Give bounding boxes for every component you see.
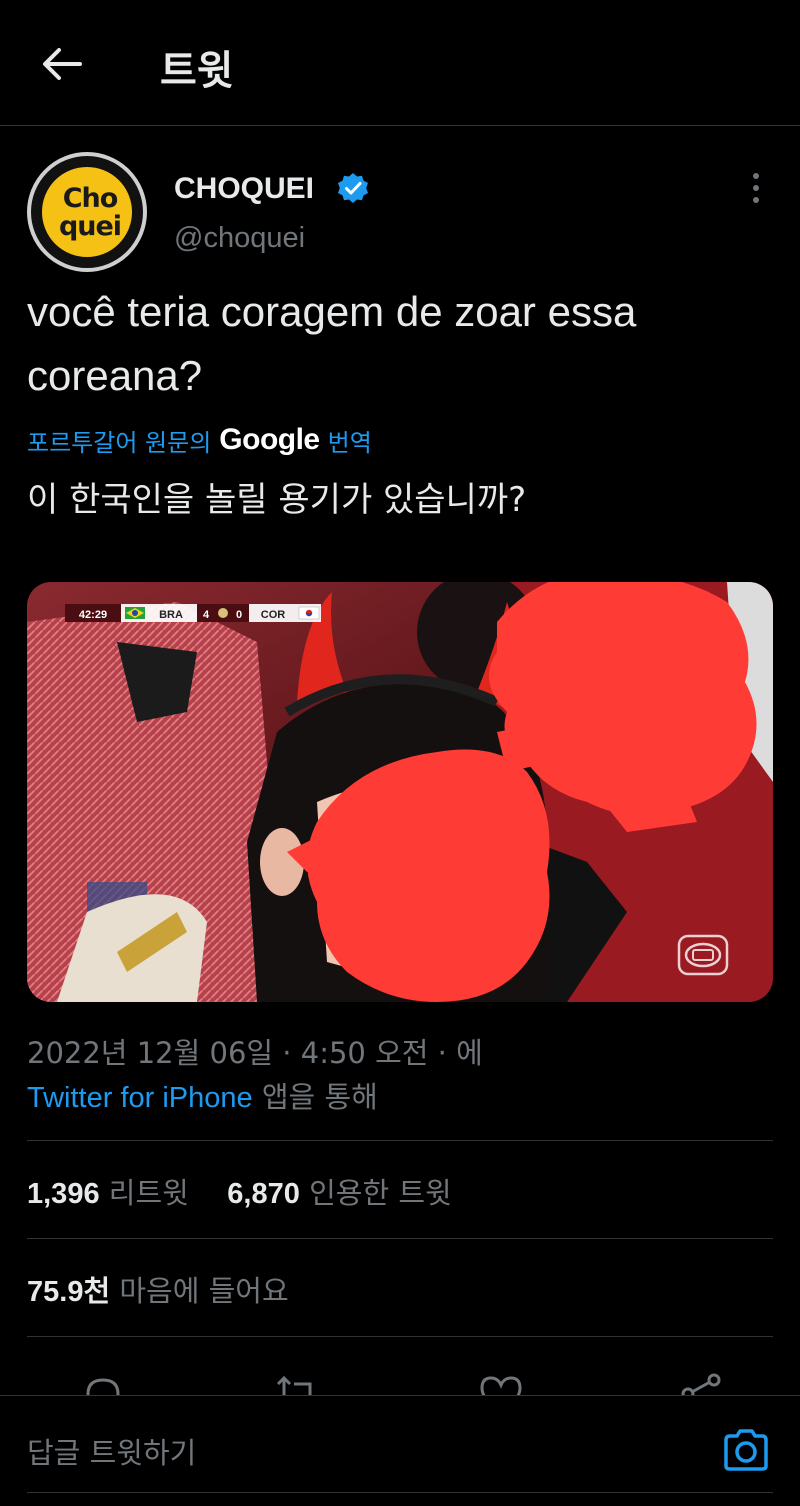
- user-handle[interactable]: @choquei: [174, 222, 305, 255]
- display-name[interactable]: CHOQUEI: [174, 172, 314, 206]
- retweet-icon[interactable]: [272, 1370, 322, 1396]
- avatar-logo-line2: quei: [58, 211, 122, 242]
- avatar-logo: Cho quei: [39, 164, 135, 260]
- likes-count: 75.9천: [27, 1276, 111, 1308]
- page-title: 트윗: [160, 48, 234, 94]
- tweet-actions: [0, 1366, 800, 1396]
- quotes-count: 6,870: [227, 1178, 300, 1210]
- quotes-stat[interactable]: 6,870 인용한 트윗: [227, 1176, 451, 1210]
- like-icon[interactable]: [476, 1370, 526, 1396]
- translated-text: 이 한국인을 놀릴 용기가 있습니까?: [27, 480, 527, 520]
- retweets-stat[interactable]: 1,396 리트윗: [27, 1176, 198, 1210]
- tweet-media-image[interactable]: 42:29 BRA 4 0 COR: [27, 582, 773, 1002]
- scoreboard-score-home: 4: [203, 609, 210, 621]
- reply-bar: 답글 트윗하기: [0, 1395, 800, 1506]
- via-client-suffix: 앱을 통해: [261, 1080, 378, 1114]
- translation-label[interactable]: 포르투갈어 원문의 Google 번역: [27, 420, 372, 460]
- media-photo: 42:29 BRA 4 0 COR: [27, 582, 773, 1002]
- more-options-button[interactable]: [739, 170, 773, 206]
- avatar[interactable]: Cho quei: [27, 152, 147, 272]
- avatar-logo-line1: Cho: [62, 183, 119, 214]
- divider: [27, 1238, 773, 1239]
- translation-suffix: 번역: [327, 428, 372, 457]
- top-bar: 트윗: [0, 0, 800, 126]
- translation-prefix: 포르투갈어 원문의: [27, 428, 212, 457]
- more-vertical-icon: [753, 173, 759, 179]
- scoreboard-time: 42:29: [79, 609, 107, 621]
- arrow-left-icon: [43, 48, 82, 80]
- match-scoreboard: 42:29 BRA 4 0 COR: [65, 604, 321, 622]
- via-client-link[interactable]: Twitter for iPhone: [27, 1082, 253, 1114]
- likes-stat[interactable]: 75.9천 마음에 들어요: [27, 1268, 289, 1310]
- divider: [27, 1336, 773, 1337]
- retweets-count: 1,396: [27, 1178, 100, 1210]
- tweet-author: Cho quei CHOQUEI @choquei: [27, 152, 773, 272]
- likes-label: 마음에 들어요: [119, 1274, 289, 1308]
- share-icon[interactable]: [676, 1370, 726, 1396]
- google-logo: Google: [219, 423, 320, 456]
- verified-badge-icon: [338, 173, 368, 203]
- quotes-label: 인용한 트윗: [309, 1176, 452, 1210]
- scoreboard-team-away: COR: [261, 609, 286, 621]
- tweet-text: você teria coragem de zoar essa coreana?: [27, 288, 637, 399]
- retweet-quote-stats: 1,396 리트윗 6,870 인용한 트윗: [27, 1170, 452, 1212]
- scoreboard-score-away: 0: [236, 609, 242, 621]
- reply-input-underline: [27, 1492, 773, 1493]
- reply-input[interactable]: 답글 트윗하기: [27, 1430, 196, 1472]
- divider: [27, 1140, 773, 1141]
- tweet-timestamp[interactable]: 2022년 12월 06일 · 4:50 오전 · 에: [27, 1030, 483, 1072]
- retweets-label: 리트윗: [108, 1176, 189, 1210]
- reply-icon[interactable]: [78, 1370, 128, 1396]
- back-button[interactable]: [38, 42, 86, 86]
- scoreboard-team-home: BRA: [159, 609, 183, 621]
- via-client-row: Twitter for iPhone 앱을 통해: [27, 1074, 378, 1116]
- camera-icon[interactable]: [722, 1428, 770, 1472]
